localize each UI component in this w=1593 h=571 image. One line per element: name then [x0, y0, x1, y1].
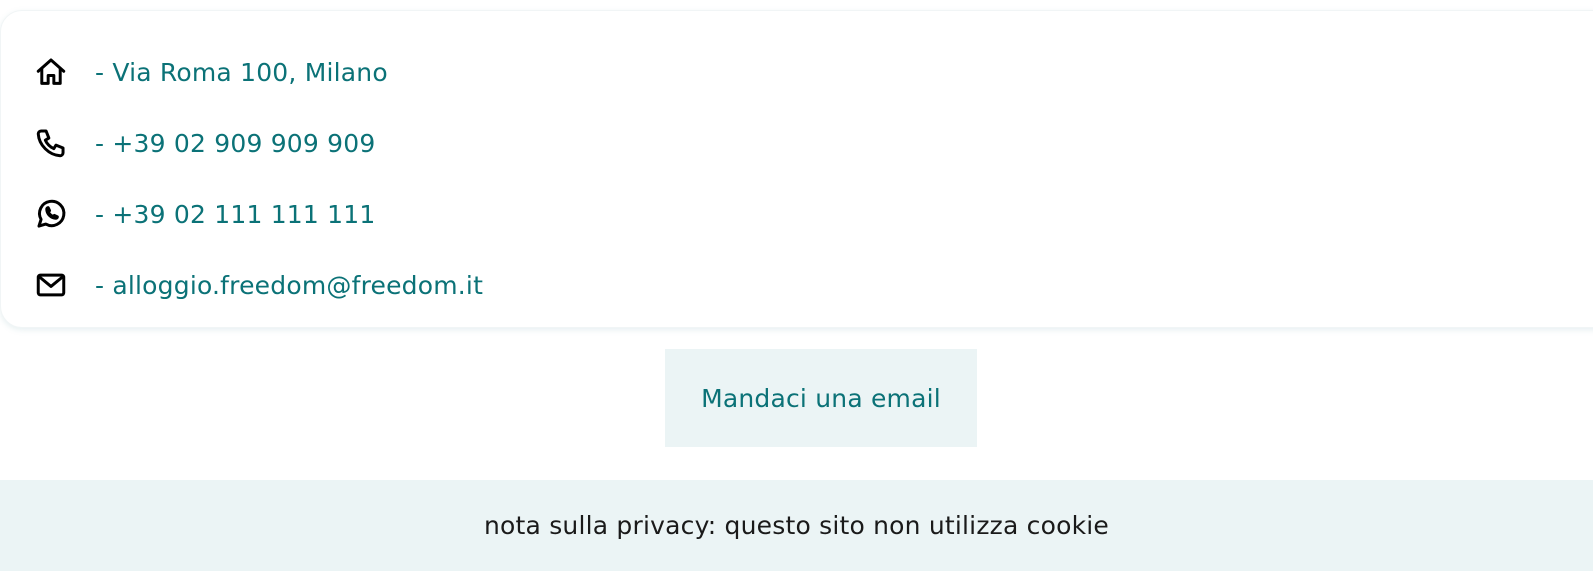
home-icon [33, 54, 69, 90]
contact-address: - Via Roma 100, Milano [33, 52, 388, 92]
contact-card: - Via Roma 100, Milano - +39 02 909 909 … [0, 10, 1593, 328]
privacy-note: nota sulla privacy: questo sito non util… [484, 511, 1109, 540]
contact-phone: - +39 02 909 909 909 [33, 123, 375, 163]
privacy-footer: nota sulla privacy: questo sito non util… [0, 480, 1593, 571]
address-link[interactable]: - Via Roma 100, Milano [95, 58, 388, 87]
phone-icon [33, 125, 69, 161]
whatsapp-link[interactable]: - +39 02 111 111 111 [95, 200, 375, 229]
whatsapp-icon [33, 196, 69, 232]
contact-email: - alloggio.freedom@freedom.it [33, 265, 483, 305]
phone-link[interactable]: - +39 02 909 909 909 [95, 129, 375, 158]
contact-whatsapp: - +39 02 111 111 111 [33, 194, 375, 234]
email-link[interactable]: - alloggio.freedom@freedom.it [95, 271, 483, 300]
mail-icon [33, 267, 69, 303]
send-email-button[interactable]: Mandaci una email [665, 349, 977, 447]
